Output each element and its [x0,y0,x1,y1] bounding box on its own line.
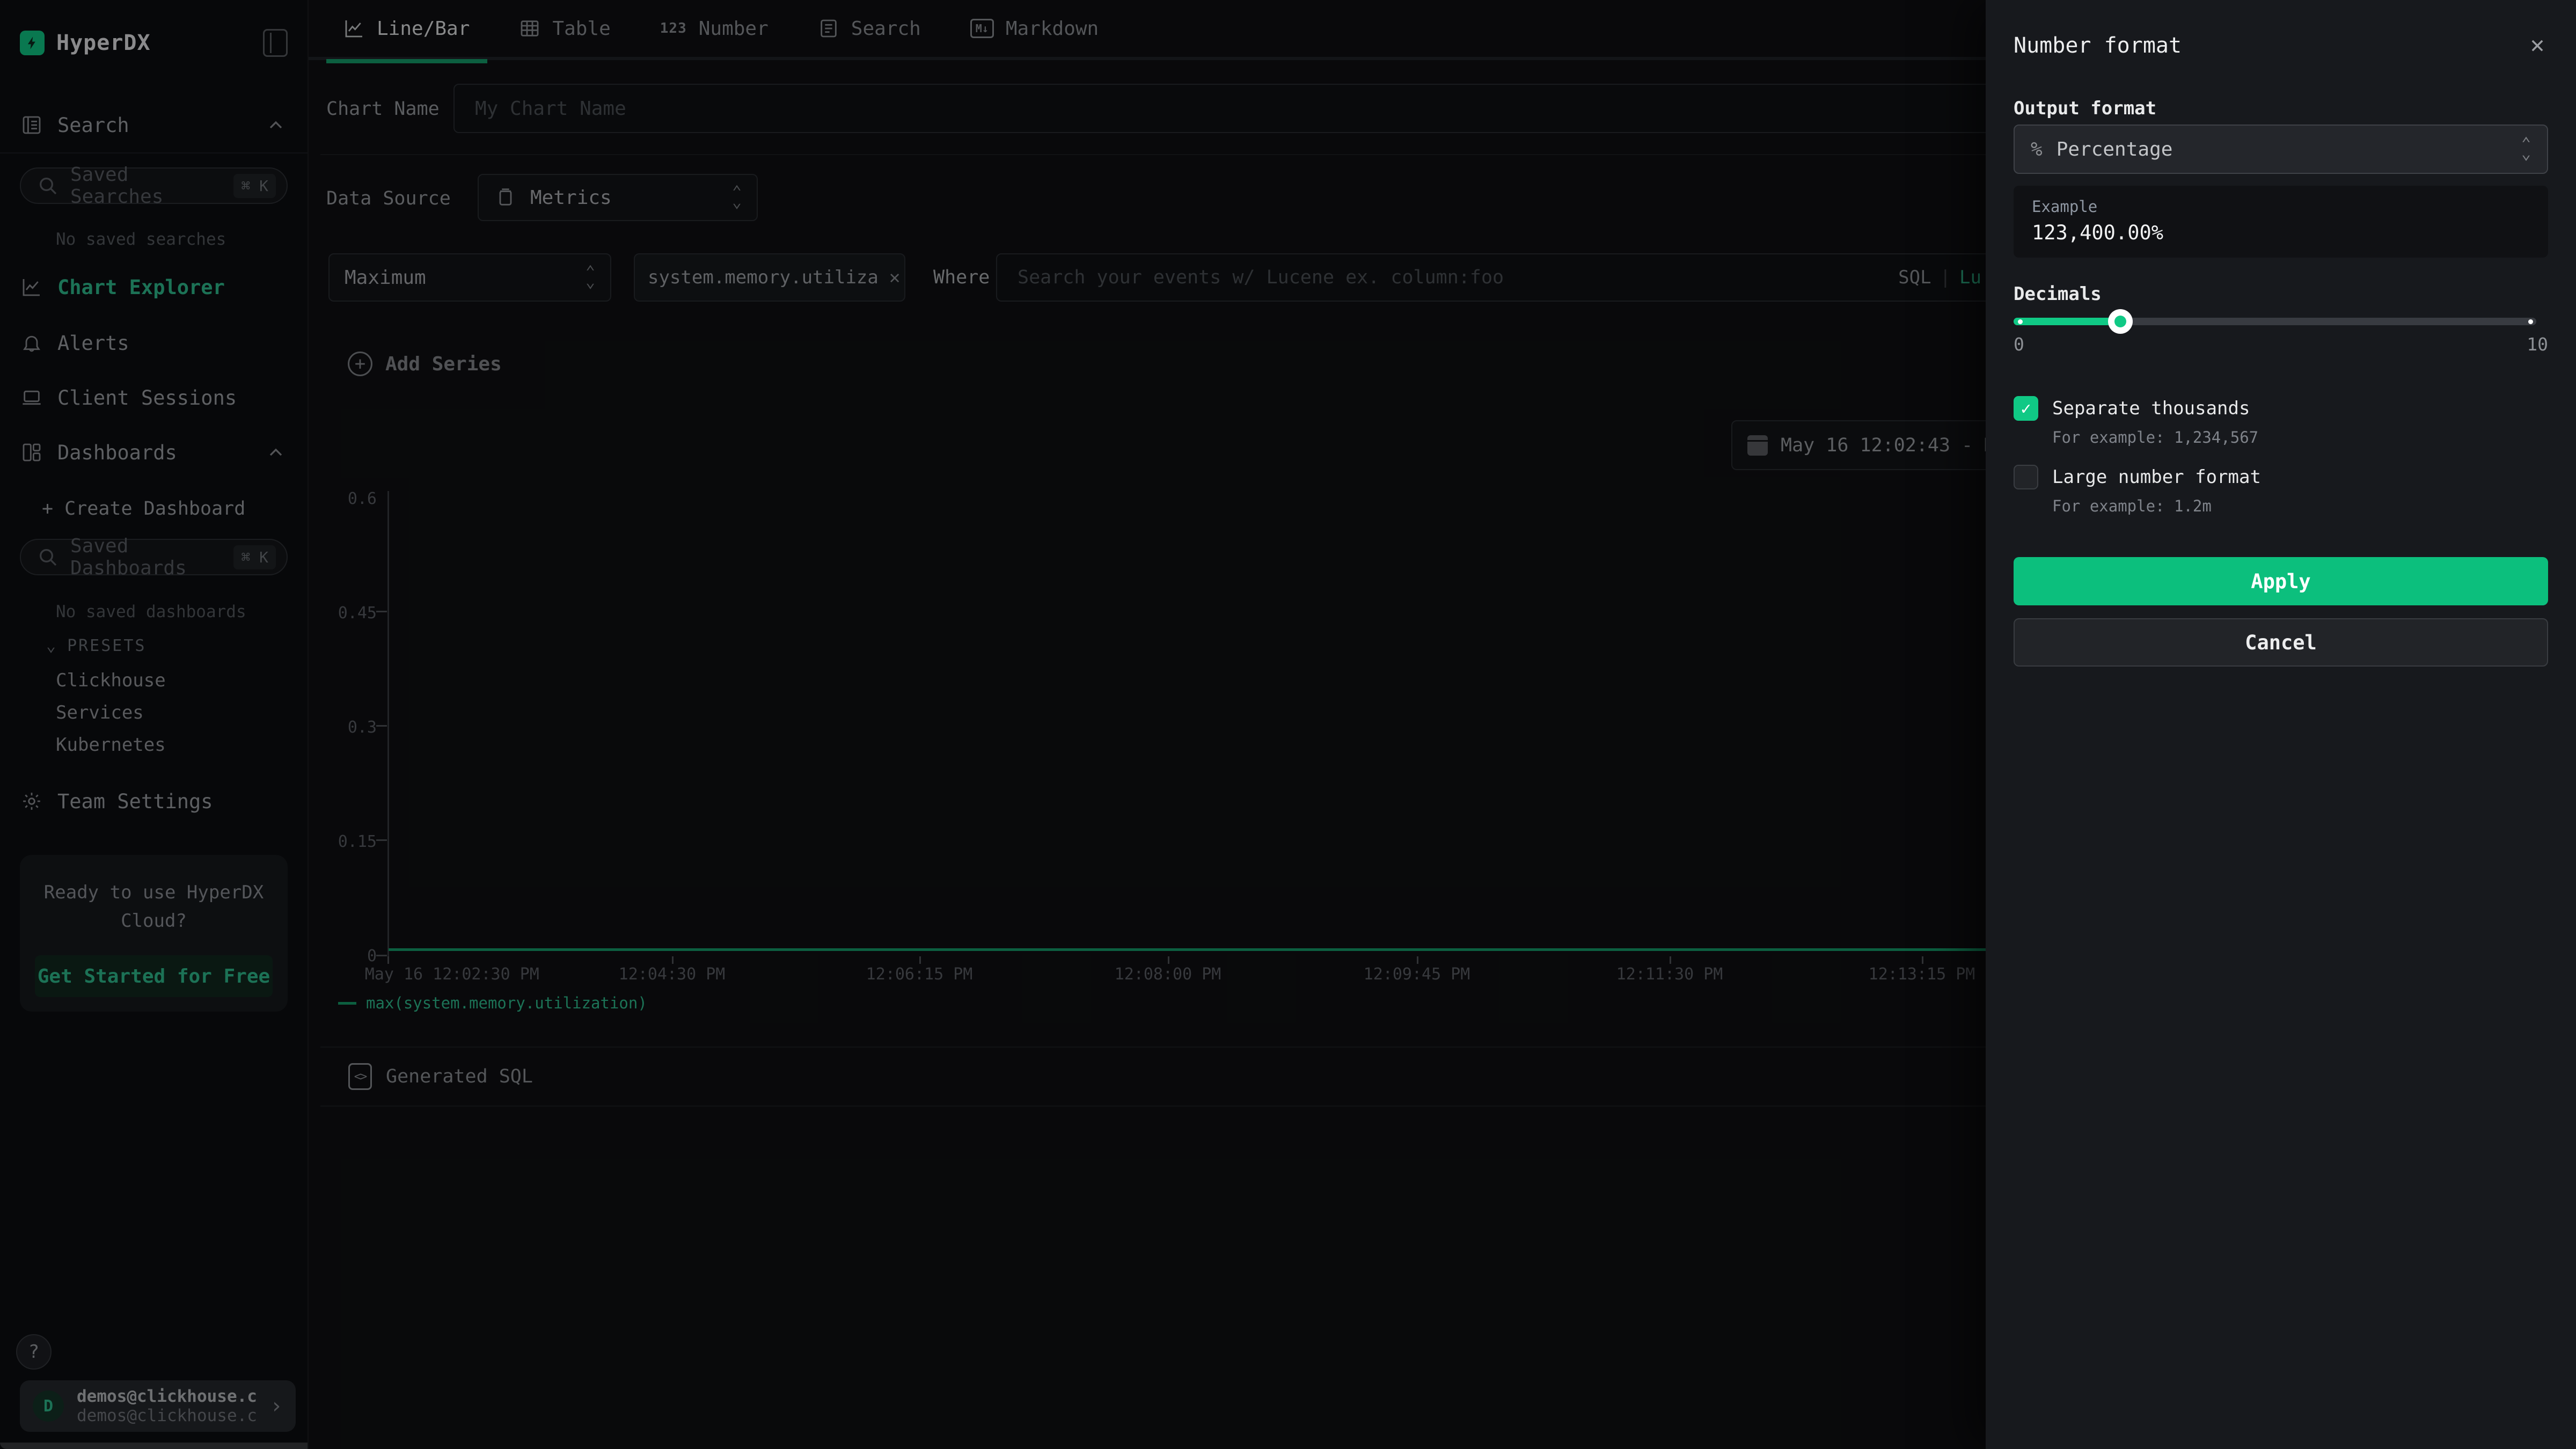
separate-thousands-row: ✓ Separate thousands For example: 1,234,… [2014,396,2548,447]
example-value: 123,400.00% [2032,221,2530,244]
slider-mark-max [2528,319,2533,324]
slider-max-label: 10 [2527,334,2548,355]
example-label: Example [2032,197,2530,216]
number-format-panel: Number format ✕ Output format % Percenta… [1986,0,2576,1449]
app-root: HyperDX Search Saved Searches ⌘ K No sav… [0,0,2576,1449]
slider-min-label: 0 [2014,334,2024,355]
large-number-checkbox[interactable]: ✓ [2014,465,2038,489]
slider-fill [2014,318,2120,325]
separate-thousands-example: For example: 1,234,567 [2052,428,2258,447]
cancel-button[interactable]: Cancel [2014,618,2548,667]
slider-thumb[interactable] [2108,309,2133,334]
apply-button[interactable]: Apply [2014,557,2548,605]
output-format-select[interactable]: % Percentage ⌃⌄ [2014,125,2548,174]
decimals-label: Decimals [2014,283,2548,305]
large-number-label: Large number format [2052,465,2261,489]
slider-mark-min [2018,319,2023,324]
decimals-slider[interactable] [2014,310,2548,332]
large-number-row: ✓ Large number format For example: 1.2m [2014,465,2548,515]
select-chevrons-icon: ⌃⌄ [2521,139,2531,159]
panel-title: Number format [2014,33,2548,58]
large-number-example: For example: 1.2m [2052,497,2261,515]
separate-thousands-label: Separate thousands [2052,396,2258,421]
separate-thousands-checkbox[interactable]: ✓ [2014,396,2038,421]
output-format-label: Output format [2014,98,2548,119]
output-format-value: Percentage [2057,138,2173,160]
close-icon[interactable]: ✕ [2522,31,2552,58]
example-box: Example 123,400.00% [2014,186,2548,258]
percent-icon: % [2031,138,2043,160]
